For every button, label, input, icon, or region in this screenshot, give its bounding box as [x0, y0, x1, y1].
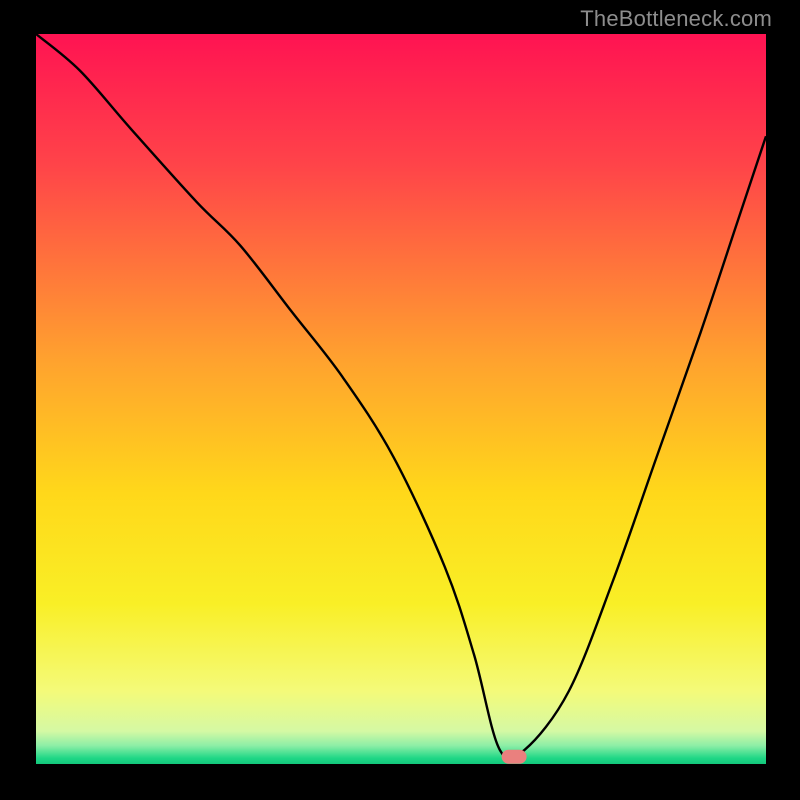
- chart-stage: TheBottleneck.com: [0, 0, 800, 800]
- watermark-text: TheBottleneck.com: [580, 6, 772, 32]
- plot-area: [36, 34, 766, 764]
- optimal-point-marker: [502, 749, 527, 764]
- curve-layer: [36, 34, 766, 764]
- bottleneck-curve: [36, 34, 766, 759]
